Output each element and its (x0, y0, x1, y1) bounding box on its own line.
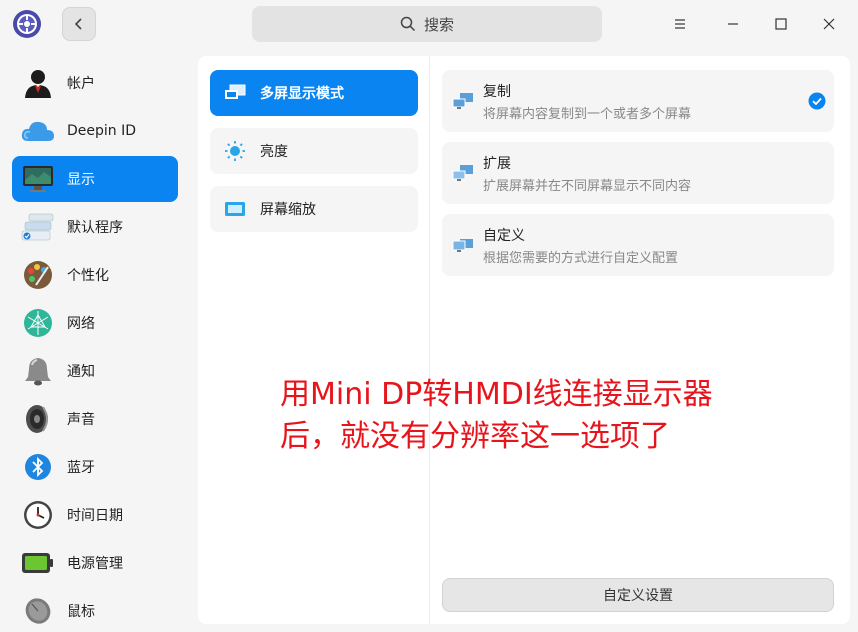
monitor-icon (20, 161, 56, 197)
minimize-icon (728, 23, 738, 25)
gear-icon[interactable] (12, 9, 42, 39)
custom-settings-button[interactable]: 自定义设置 (442, 578, 834, 612)
option-custom[interactable]: 自定义 根据您需要的方式进行自定义配置 (442, 214, 834, 276)
network-icon (20, 305, 56, 341)
sidebar-item-label: 电源管理 (67, 556, 123, 572)
clock-icon (20, 497, 56, 533)
sidebar-item-label: 声音 (67, 412, 95, 428)
sidebar-item-power[interactable]: 电源管理 (12, 540, 178, 586)
option-description: 扩展屏幕并在不同屏幕显示不同内容 (483, 179, 692, 194)
search-label: 搜索 (423, 15, 454, 34)
bluetooth-icon (20, 449, 56, 485)
extend-screens-icon (452, 165, 473, 181)
bell-icon (20, 353, 56, 389)
menu-icon (675, 19, 685, 29)
mouse-icon (20, 593, 56, 629)
sidebar-item-label: 默认程序 (67, 220, 123, 236)
subnav-item-label: 屏幕缩放 (260, 202, 316, 218)
sidebar-item-display[interactable]: 显示 (12, 156, 178, 202)
title-bar: 搜索 (0, 0, 858, 48)
option-title: 自定义 (483, 228, 525, 244)
default-apps-icon (20, 209, 56, 245)
sidebar-item-bluetooth[interactable]: 蓝牙 (12, 444, 178, 490)
option-description: 将屏幕内容复制到一个或者多个屏幕 (483, 107, 692, 122)
sidebar-item-account[interactable]: 帐户 (12, 60, 178, 106)
search-input[interactable]: 搜索 (252, 6, 602, 42)
sidebar: 帐户 Deepin ID 显示 默认程序 个性化 网络 通知 声音 蓝牙 时间日… (0, 48, 190, 632)
menu-button[interactable] (665, 9, 695, 39)
sidebar-item-label: 个性化 (67, 268, 109, 284)
main-panel: 多屏显示模式 亮度 屏幕缩放 复制 将屏幕内容复制到一个或者多个屏幕 扩展 扩展… (198, 56, 850, 624)
maximize-button[interactable] (766, 9, 796, 39)
sidebar-item-deepin-id[interactable]: Deepin ID (12, 108, 178, 154)
sidebar-item-label: Deepin ID (67, 123, 137, 139)
sidebar-item-sound[interactable]: 声音 (12, 396, 178, 442)
maximize-icon (775, 18, 787, 30)
sidebar-item-personalization[interactable]: 个性化 (12, 252, 178, 298)
brightness-icon (224, 140, 246, 162)
display-subnav: 多屏显示模式 亮度 屏幕缩放 (198, 56, 430, 624)
duplicate-screens-icon (452, 93, 473, 109)
option-title: 扩展 (483, 156, 511, 172)
sidebar-item-network[interactable]: 网络 (12, 300, 178, 346)
subnav-item-brightness[interactable]: 亮度 (210, 128, 418, 174)
speaker-icon (20, 401, 56, 437)
checkmark-icon (808, 92, 826, 110)
sidebar-item-label: 蓝牙 (67, 460, 95, 476)
scale-icon (224, 198, 246, 220)
sidebar-item-label: 时间日期 (67, 508, 123, 524)
user-icon (20, 65, 56, 101)
option-description: 根据您需要的方式进行自定义配置 (483, 251, 679, 266)
battery-icon (20, 545, 56, 581)
multi-screen-icon (224, 82, 246, 104)
sidebar-item-label: 显示 (67, 172, 95, 188)
chevron-left-icon (74, 18, 82, 30)
subnav-item-label: 亮度 (260, 144, 288, 160)
sidebar-item-label: 网络 (67, 316, 95, 332)
minimize-button[interactable] (718, 9, 748, 39)
back-button[interactable] (62, 7, 96, 41)
close-icon (823, 18, 835, 30)
palette-icon (20, 257, 56, 293)
option-title: 复制 (483, 84, 511, 100)
custom-screens-icon (452, 239, 473, 252)
cloud-icon (20, 113, 56, 149)
close-button[interactable] (814, 9, 844, 39)
subnav-item-multi-screen[interactable]: 多屏显示模式 (210, 70, 418, 116)
sidebar-item-default-apps[interactable]: 默认程序 (12, 204, 178, 250)
sidebar-item-datetime[interactable]: 时间日期 (12, 492, 178, 538)
subnav-item-scale[interactable]: 屏幕缩放 (210, 186, 418, 232)
sidebar-item-label: 鼠标 (67, 604, 95, 620)
sidebar-item-mouse[interactable]: 鼠标 (12, 588, 178, 632)
option-extend[interactable]: 扩展 扩展屏幕并在不同屏幕显示不同内容 (442, 142, 834, 204)
subnav-item-label: 多屏显示模式 (260, 86, 344, 102)
sidebar-item-label: 通知 (67, 364, 95, 380)
option-duplicate[interactable]: 复制 将屏幕内容复制到一个或者多个屏幕 (442, 70, 834, 132)
sidebar-item-label: 帐户 (67, 76, 95, 92)
sidebar-item-notification[interactable]: 通知 (12, 348, 178, 394)
annotation-text: 用Mini DP转HMDI线连接显示器后，就没有分辨率这一选项了 (280, 377, 713, 454)
search-icon (400, 16, 416, 32)
